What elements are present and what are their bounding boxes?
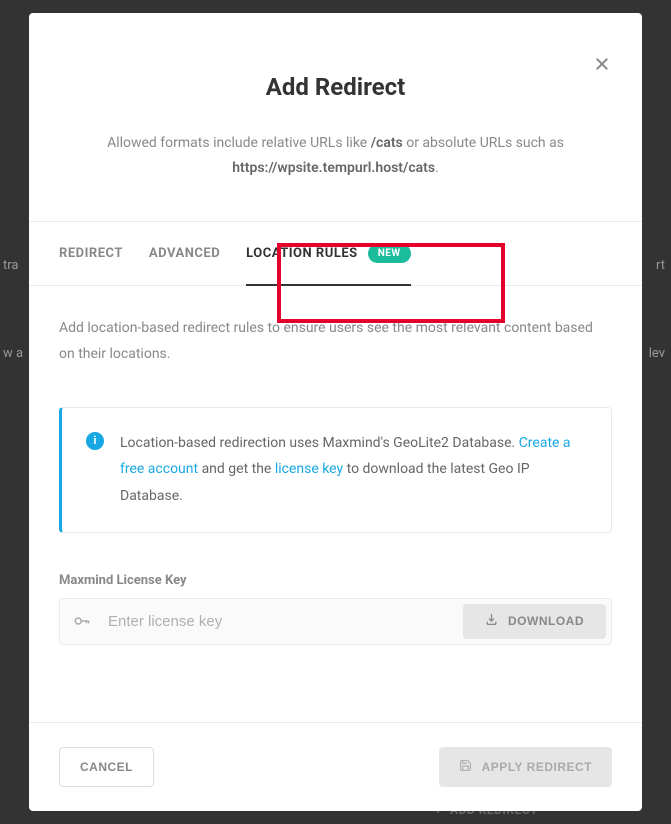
modal-footer: CANCEL APPLY REDIRECT bbox=[29, 722, 642, 811]
info-icon: i bbox=[86, 432, 104, 450]
background-text: tra bbox=[3, 258, 18, 273]
apply-redirect-label: APPLY REDIRECT bbox=[482, 760, 592, 774]
modal-title: Add Redirect bbox=[59, 73, 612, 101]
modal-header: Add Redirect Allowed formats include rel… bbox=[29, 13, 642, 221]
info-text: Location-based redirection uses Maxmind'… bbox=[120, 430, 587, 510]
content-description: Add location-based redirect rules to ens… bbox=[59, 316, 612, 366]
tab-redirect-label: REDIRECT bbox=[59, 246, 123, 261]
download-icon bbox=[485, 613, 498, 629]
tabs-container: REDIRECT ADVANCED LOCATION RULES NEW bbox=[29, 221, 642, 286]
license-key-input-row: DOWNLOAD bbox=[59, 598, 612, 645]
license-key-link[interactable]: license key bbox=[275, 461, 343, 477]
license-key-label: Maxmind License Key bbox=[59, 573, 612, 588]
tab-redirect[interactable]: REDIRECT bbox=[59, 222, 123, 285]
download-button[interactable]: DOWNLOAD bbox=[463, 604, 606, 639]
key-icon bbox=[60, 599, 104, 644]
cancel-button[interactable]: CANCEL bbox=[59, 747, 154, 787]
save-icon bbox=[459, 759, 472, 775]
close-button[interactable] bbox=[587, 49, 617, 79]
modal-description: Allowed formats include relative URLs li… bbox=[59, 131, 612, 181]
background-text: w a bbox=[3, 346, 23, 361]
tab-content: Add location-based redirect rules to ens… bbox=[29, 286, 642, 722]
tab-location-rules[interactable]: LOCATION RULES NEW bbox=[246, 222, 410, 285]
add-redirect-modal: Add Redirect Allowed formats include rel… bbox=[29, 13, 642, 811]
tab-advanced[interactable]: ADVANCED bbox=[149, 222, 220, 285]
close-icon bbox=[594, 56, 610, 72]
background-text: lev bbox=[649, 346, 665, 361]
background-text: rt bbox=[656, 258, 665, 273]
tab-advanced-label: ADVANCED bbox=[149, 246, 220, 261]
apply-redirect-button[interactable]: APPLY REDIRECT bbox=[439, 747, 612, 787]
new-badge: NEW bbox=[368, 244, 411, 263]
license-key-input[interactable] bbox=[104, 599, 463, 644]
tab-location-rules-label: LOCATION RULES bbox=[246, 246, 358, 261]
info-box: i Location-based redirection uses Maxmin… bbox=[59, 407, 612, 533]
download-button-label: DOWNLOAD bbox=[508, 614, 584, 628]
